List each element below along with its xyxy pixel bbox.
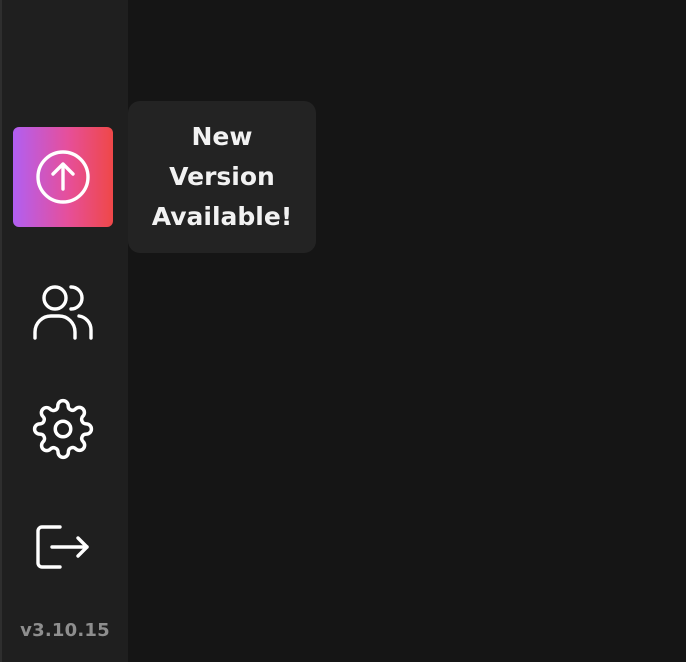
sidebar: v3.10.15 [2,0,128,662]
update-button[interactable] [13,127,113,227]
gear-icon [32,398,94,460]
nav-settings-button[interactable] [13,389,113,469]
nav-users-button[interactable] [13,270,113,350]
users-icon [31,278,95,342]
nav-logout-button[interactable] [13,505,113,585]
app-window: v3.10.15 New Version Available! [0,0,686,662]
logout-icon [34,519,92,571]
tooltip-text: New Version Available! [151,122,293,231]
update-tooltip: New Version Available! [128,101,316,253]
version-label: v3.10.15 [20,620,110,641]
arrow-up-circle-icon [35,149,91,205]
